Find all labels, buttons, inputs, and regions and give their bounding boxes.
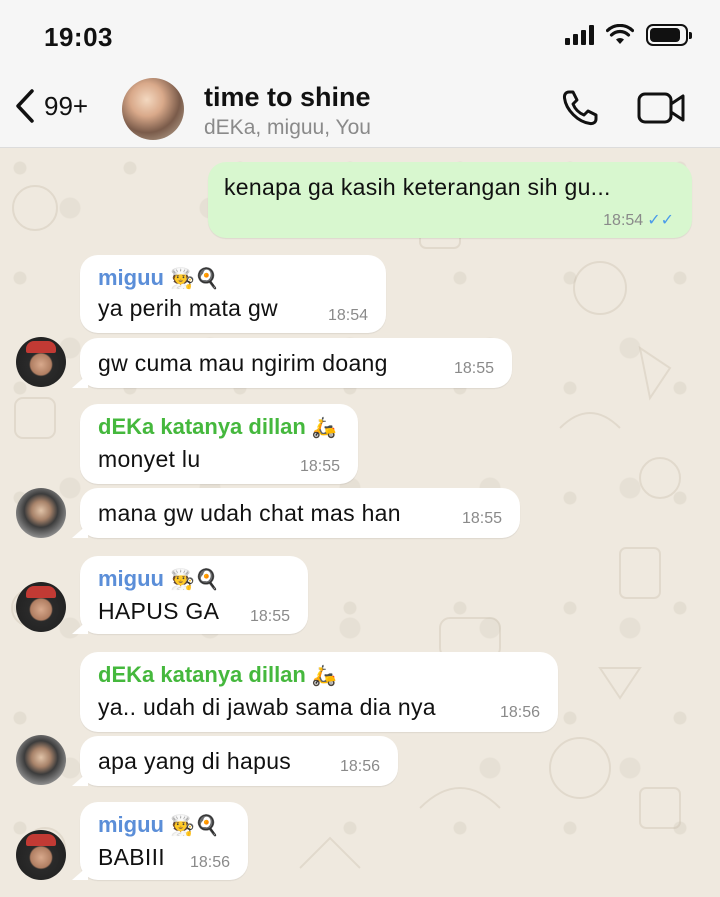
voice-call-button[interactable] [558, 86, 602, 135]
message-text: ya.. udah di jawab sama dia nya [98, 694, 436, 720]
battery-icon [646, 24, 692, 46]
message-bubble-incoming[interactable]: mana gw udah chat mas han 18:55 [72, 488, 520, 538]
sender-avatar[interactable] [16, 582, 66, 632]
wifi-icon [606, 24, 634, 44]
message-bubble-incoming[interactable]: miguu 🧑‍🍳🍳 BABIII 18:56 [72, 802, 248, 880]
chat-title[interactable]: time to shine [204, 82, 371, 113]
sender-emoji: 🛵 [311, 417, 337, 439]
read-ticks-icon: ✓✓ [647, 212, 674, 229]
message-text: gw cuma mau ngirim doang [98, 350, 388, 376]
sender-emoji: 🧑‍🍳🍳 [170, 268, 220, 290]
group-avatar[interactable] [122, 78, 184, 140]
back-button[interactable]: 99+ [14, 88, 88, 124]
message-bubble-incoming[interactable]: miguu 🧑‍🍳🍳 ya perih mata gw 18:54 [80, 255, 386, 333]
unread-count: 99+ [44, 90, 89, 121]
message-time: 18:55 [299, 458, 340, 475]
message-text: kenapa ga kasih keterangan sih gu... [224, 174, 611, 200]
message-bubble-incoming[interactable]: apa yang di hapus 18:56 [72, 736, 398, 786]
status-bar: 19:03 [0, 0, 720, 72]
message-text: apa yang di hapus [98, 748, 292, 774]
back-chevron-icon [16, 89, 34, 123]
message-bubble-incoming[interactable]: dEKa katanya dillan 🛵 ya.. udah di jawab … [80, 652, 558, 732]
clock: 19:03 [44, 22, 113, 52]
sender-name: miguu 🧑‍🍳🍳 [98, 566, 220, 591]
message-time: 18:56 [189, 854, 230, 871]
message-text: mana gw udah chat mas han [98, 500, 401, 526]
system-icons [565, 24, 692, 46]
signal-icon [565, 25, 594, 45]
sender-emoji: 🧑‍🍳🍳 [170, 569, 220, 591]
message-bubble-incoming[interactable]: miguu 🧑‍🍳🍳 HAPUS GA 18:55 [72, 556, 308, 634]
message-time: 18:54 [327, 307, 368, 324]
video-call-button[interactable] [636, 90, 686, 131]
sender-avatar[interactable] [16, 488, 66, 538]
message-bubble-outgoing[interactable]: kenapa ga kasih keterangan sih gu... 18:… [208, 162, 692, 238]
sender-name: miguu 🧑‍🍳🍳 [98, 812, 220, 837]
message-bubble-incoming[interactable]: gw cuma mau ngirim doang 18:55 [72, 338, 512, 388]
message-time: 18:56 [499, 704, 540, 721]
message-time: 18:54 ✓✓ [603, 212, 674, 229]
video-camera-icon [637, 92, 685, 124]
sender-avatar[interactable] [16, 830, 66, 880]
sender-avatar[interactable] [16, 337, 66, 387]
chat-members[interactable]: dEKa, miguu, You [204, 116, 371, 140]
sender-emoji: 🧑‍🍳🍳 [170, 815, 220, 837]
message-bubble-incoming[interactable]: dEKa katanya dillan 🛵 monyet lu 18:55 [80, 404, 358, 484]
chat-header: 99+ time to shine dEKa, miguu, You [0, 72, 720, 148]
message-time: 18:55 [453, 360, 494, 377]
sender-emoji: 🛵 [311, 665, 337, 687]
sender-avatar[interactable] [16, 735, 66, 785]
sender-name: dEKa katanya dillan 🛵 [98, 662, 337, 687]
sender-name: dEKa katanya dillan 🛵 [98, 414, 337, 439]
message-time: 18:56 [339, 758, 380, 775]
phone-icon [562, 90, 598, 126]
message-time: 18:55 [249, 608, 290, 625]
message-time: 18:55 [461, 510, 502, 527]
sender-name: miguu 🧑‍🍳🍳 [98, 265, 220, 290]
